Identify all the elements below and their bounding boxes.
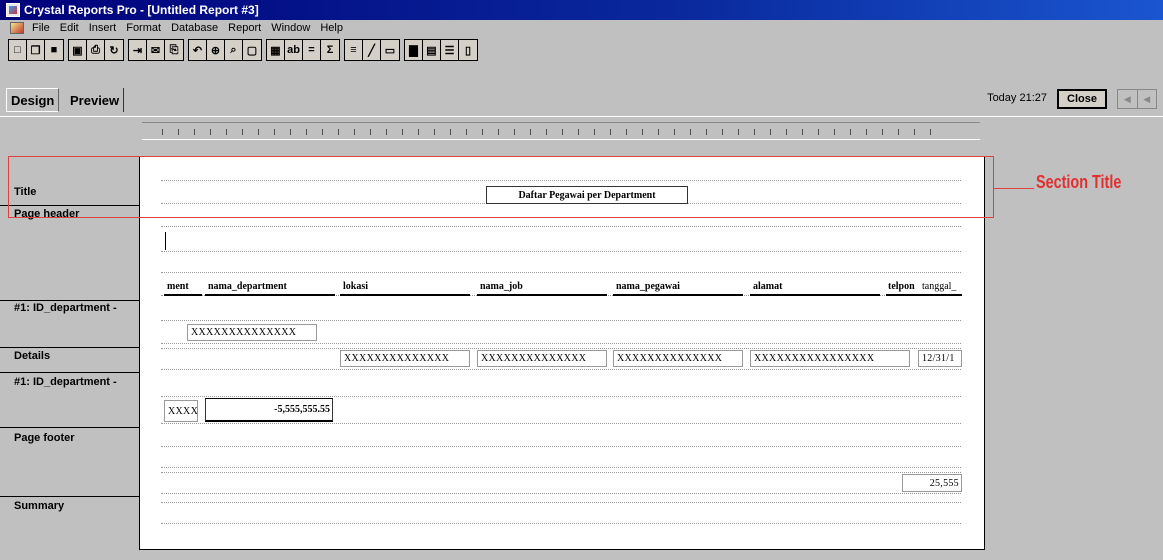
undo-icon[interactable]: ↶ <box>189 40 207 60</box>
horizontal-ruler[interactable] <box>142 122 980 140</box>
save-icon[interactable]: ■ <box>45 40 63 60</box>
find-icon[interactable]: ⌕ <box>225 40 243 60</box>
tab-row: Design Preview Today 21:27 Close ◀ ◀ <box>0 88 1163 114</box>
section-divider <box>0 496 139 497</box>
export-icon[interactable]: ⇥ <box>129 40 147 60</box>
page-footer-band <box>161 446 961 468</box>
tab-preview[interactable]: Preview <box>66 88 125 112</box>
section-summary-label[interactable]: Summary <box>14 500 64 512</box>
section-group-footer-label[interactable]: #1: ID_department - <box>14 376 117 388</box>
page-header-band <box>161 226 961 252</box>
window-title: Crystal Reports Pro - [Untitled Report #… <box>24 3 259 17</box>
summary-band <box>161 502 961 524</box>
insert-formula-icon[interactable]: = <box>303 40 321 60</box>
section-title-annotation: Section Title <box>1036 172 1122 192</box>
group-count-field[interactable]: XXXX <box>164 400 198 422</box>
column-header-nama-department[interactable]: nama_department <box>205 278 335 296</box>
toolbar: □ ❐ ■ ▣ ⎙ ↻ ⇥ ✉ ⎘ ↶ ⊕ ⌕ ▢ ▦ ab = Σ ≡ ╱ ▭ ▇ ▤ ☰ ▯ <box>0 36 1163 64</box>
section-divider <box>0 300 139 301</box>
previous-page-icon[interactable]: ◀ <box>1118 90 1138 108</box>
align-icon[interactable]: ☰ <box>441 40 459 60</box>
section-group-header-label[interactable]: #1: ID_department - <box>14 302 117 314</box>
toolbar-group: ≡ ╱ ▭ <box>344 39 400 61</box>
insert-picture-icon[interactable]: ▤ <box>423 40 441 60</box>
refresh-icon[interactable]: ↻ <box>105 40 123 60</box>
page-number-field[interactable]: 25,555 <box>902 474 962 492</box>
detail-field-nama-job[interactable]: XXXXXXXXXXXXXX <box>477 350 607 367</box>
menu-bar: File Edit Insert Format Database Report … <box>0 20 1163 36</box>
detail-field-lokasi[interactable]: XXXXXXXXXXXXXX <box>340 350 470 367</box>
menu-file[interactable]: File <box>27 22 55 34</box>
new-icon[interactable]: □ <box>9 40 27 60</box>
detail-field-tanggal[interactable]: 12/31/1 <box>918 350 962 367</box>
insert-text-icon[interactable]: ab <box>285 40 303 60</box>
menu-report[interactable]: Report <box>223 22 266 34</box>
insert-group-icon[interactable]: ≡ <box>345 40 363 60</box>
close-button[interactable]: Close <box>1057 89 1107 109</box>
group-name-field[interactable]: XXXXXXXXXXXXXX <box>187 324 317 341</box>
mail-icon[interactable]: ✉ <box>147 40 165 60</box>
crystal-reports-window: Crystal Reports Pro - [Untitled Report #… <box>0 0 1163 560</box>
menu-window[interactable]: Window <box>266 22 315 34</box>
insert-box-icon[interactable]: ▭ <box>381 40 399 60</box>
toolbar-group: ▦ ab = Σ <box>266 39 340 61</box>
toolbar-group: ▣ ⎙ ↻ <box>68 39 124 61</box>
detail-field-nama-pegawai[interactable]: XXXXXXXXXXXXXX <box>613 350 743 367</box>
menu-insert[interactable]: Insert <box>84 22 122 34</box>
select-icon[interactable]: ▢ <box>243 40 261 60</box>
insert-line-icon[interactable]: ╱ <box>363 40 381 60</box>
toolbar-group: ⇥ ✉ ⎘ <box>128 39 184 61</box>
page-footer-band <box>161 472 961 494</box>
menu-edit[interactable]: Edit <box>55 22 84 34</box>
section-page-footer-label[interactable]: Page footer <box>14 432 75 444</box>
text-cursor <box>165 232 166 250</box>
menu-database[interactable]: Database <box>166 22 223 34</box>
section-details-label[interactable]: Details <box>14 350 50 362</box>
column-header-id-department[interactable]: ment <box>164 278 202 296</box>
column-header-nama-job[interactable]: nama_job <box>477 278 607 296</box>
detail-field-alamat[interactable]: XXXXXXXXXXXXXXXX <box>750 350 910 367</box>
title-bar: Crystal Reports Pro - [Untitled Report #… <box>0 0 1163 20</box>
open-icon[interactable]: ❐ <box>27 40 45 60</box>
column-header-alamat[interactable]: alamat <box>750 278 880 296</box>
toolbar-group: ↶ ⊕ ⌕ ▢ <box>188 39 262 61</box>
menu-help[interactable]: Help <box>315 22 348 34</box>
copy-icon[interactable]: ⎘ <box>165 40 183 60</box>
page-navigation: ◀ ◀ <box>1117 89 1157 109</box>
insert-database-field-icon[interactable]: ▦ <box>267 40 285 60</box>
print-preview-icon[interactable]: ▣ <box>69 40 87 60</box>
app-icon <box>6 3 20 17</box>
toolbar-group: ▇ ▤ ☰ ▯ <box>404 39 478 61</box>
section-icon[interactable]: ▯ <box>459 40 477 60</box>
column-header-nama-pegawai[interactable]: nama_pegawai <box>613 278 743 296</box>
zoom-icon[interactable]: ⊕ <box>207 40 225 60</box>
menu-format[interactable]: Format <box>121 22 166 34</box>
section-divider <box>0 347 139 348</box>
today-timestamp: Today 21:27 <box>987 92 1047 104</box>
first-page-icon[interactable]: ◀ <box>1138 90 1157 108</box>
insert-summary-icon[interactable]: Σ <box>321 40 339 60</box>
tab-design[interactable]: Design <box>6 88 60 112</box>
callout-line <box>994 188 1034 189</box>
insert-chart-icon[interactable]: ▇ <box>405 40 423 60</box>
print-icon[interactable]: ⎙ <box>87 40 105 60</box>
group-sum-field[interactable]: -5,555,555.55 <box>205 398 333 422</box>
section-title-highlight <box>8 156 994 218</box>
section-divider <box>0 372 139 373</box>
toolbar-group: □ ❐ ■ <box>8 39 64 61</box>
section-divider <box>0 427 139 428</box>
document-icon[interactable] <box>10 22 24 34</box>
tab-divider <box>0 116 1163 117</box>
column-header-lokasi[interactable]: lokasi <box>340 278 470 296</box>
column-header-telpon[interactable]: telpon <box>886 278 922 296</box>
ruler-ticks <box>162 129 942 135</box>
column-header-tanggal[interactable]: tanggal_ <box>922 278 962 296</box>
